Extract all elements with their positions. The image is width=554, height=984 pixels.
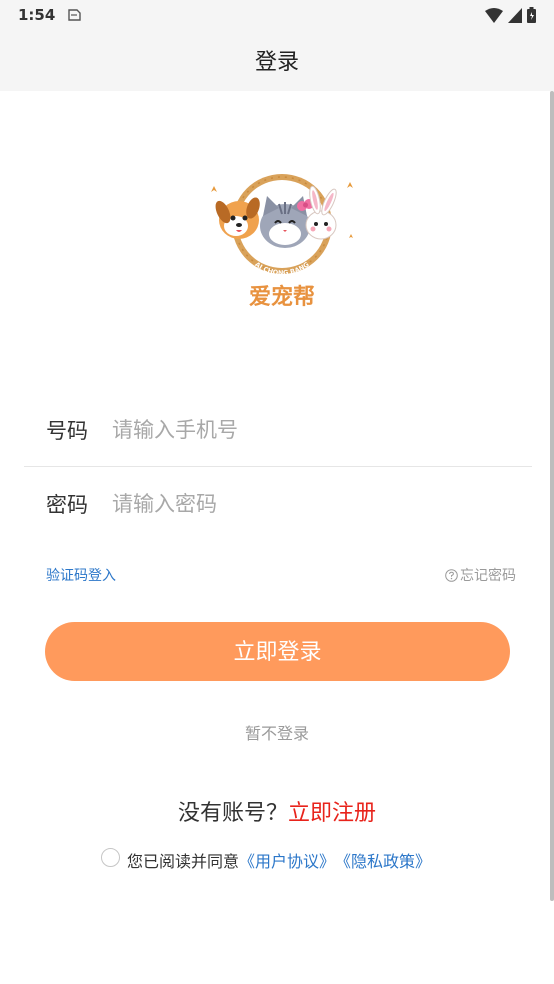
page-title: 登录 (254, 50, 299, 75)
password-label: 密码 (46, 493, 88, 517)
status-bar: 1:54 (0, 0, 554, 32)
password-field-row: 密码 (46, 484, 492, 524)
register-question: 没有账号？ (177, 801, 288, 826)
notification-icon (68, 9, 81, 21)
register-prompt: 没有账号？立即注册 (0, 795, 554, 827)
password-input[interactable] (112, 492, 492, 516)
forgot-password-label: 忘记密码 (460, 568, 516, 584)
wifi-icon (485, 7, 503, 23)
login-button[interactable]: 立即登录 (45, 622, 510, 681)
user-agreement-link[interactable]: 《用户协议》 (239, 848, 335, 872)
sms-login-link[interactable]: 验证码登入 (46, 565, 116, 585)
help-icon (445, 568, 458, 582)
phone-field-row: 号码 (46, 410, 492, 450)
phone-label: 号码 (46, 419, 88, 443)
logo-brand-text: 爱宠帮 (249, 284, 315, 310)
agreement-checkbox[interactable] (101, 847, 120, 867)
status-icons (485, 7, 536, 23)
app-bar: 登录 (0, 32, 554, 91)
skip-login-link[interactable]: 暂不登录 (0, 720, 554, 744)
agreement-row: 您已阅读并同意 《用户协议》 《隐私政策》 (101, 847, 431, 872)
battery-icon (527, 7, 536, 23)
signal-icon (508, 7, 522, 23)
forgot-password-link[interactable]: 忘记密码 (445, 565, 516, 585)
status-time: 1:54 (18, 6, 56, 24)
agreement-prefix: 您已阅读并同意 (127, 852, 240, 871)
app-logo: AI CHONG BANG 爱宠帮 (211, 174, 353, 310)
scrollbar[interactable] (550, 91, 554, 901)
field-divider (24, 466, 532, 467)
register-link[interactable]: 立即注册 (288, 801, 376, 826)
phone-input[interactable] (112, 418, 492, 442)
privacy-policy-link[interactable]: 《隐私政策》 (335, 848, 431, 872)
